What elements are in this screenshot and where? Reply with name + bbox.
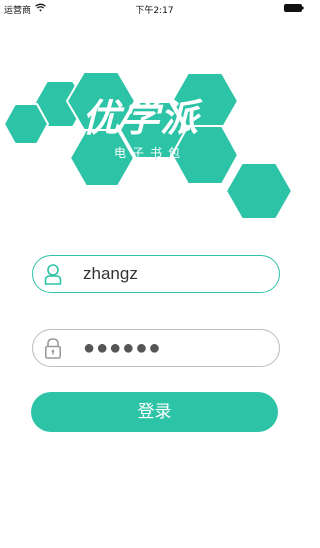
app-logo: 优学派 电子书包 [0, 0, 309, 230]
password-field[interactable] [32, 329, 280, 367]
logo-title: 优学派 [82, 96, 200, 140]
username-field[interactable] [32, 255, 280, 293]
user-icon [44, 264, 62, 285]
logo-subtitle: 电子书包 [114, 146, 187, 160]
login-screen: 运营商 下午2:17 优学派 电子书包 zhangz ●●●●●● 登录 [0, 0, 309, 548]
lock-icon [44, 338, 61, 359]
username-input[interactable] [83, 256, 271, 292]
login-button[interactable]: 登录 [31, 392, 278, 432]
password-input[interactable] [83, 330, 271, 366]
